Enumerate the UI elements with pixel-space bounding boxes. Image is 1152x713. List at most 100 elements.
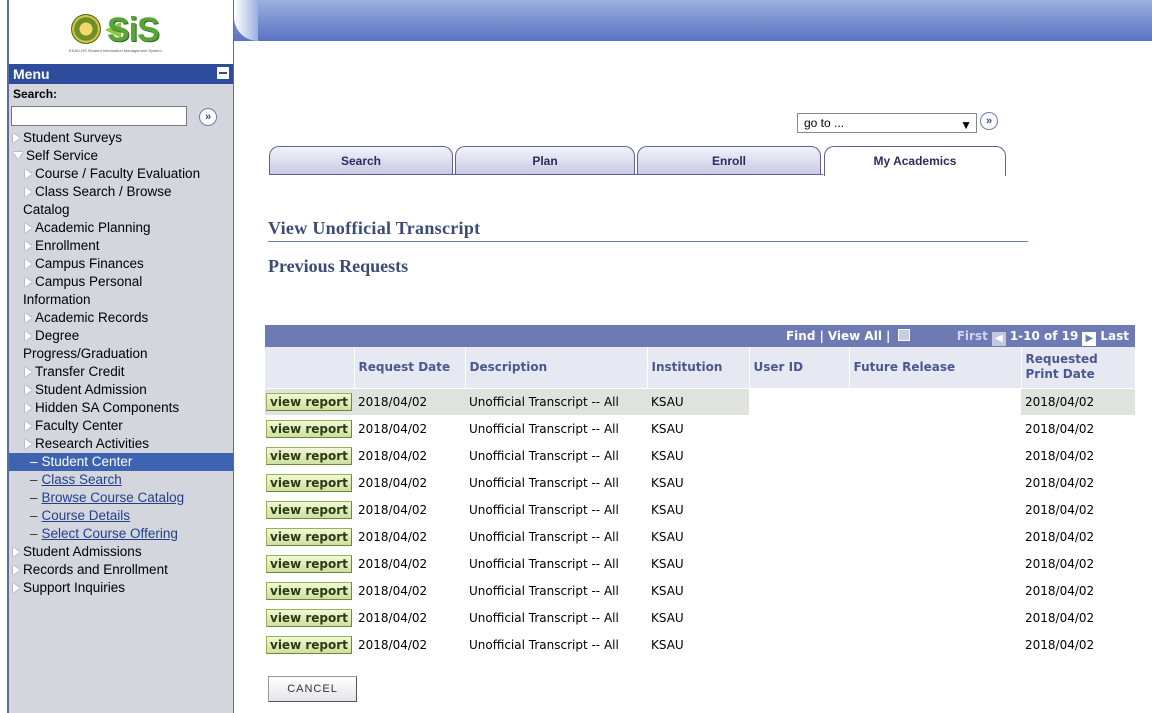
menu-item-label: Campus Personal xyxy=(35,274,143,289)
expand-icon xyxy=(25,241,32,251)
menu-item-transfer-credit[interactable]: Transfer Credit xyxy=(9,363,233,381)
tab-my-academics[interactable]: My Academics xyxy=(824,146,1006,176)
dash-icon: – xyxy=(30,526,38,541)
search-input[interactable] xyxy=(11,106,187,126)
table-row: view report 2018/04/02 Unofficial Transcri… xyxy=(265,550,1135,577)
menu-link-class-search[interactable]: – Class Search xyxy=(9,471,233,489)
tab-enroll[interactable]: Enroll xyxy=(637,146,821,174)
button-cell: view report xyxy=(265,604,354,631)
menu-item-campus-personal-information[interactable]: Campus Personal Information xyxy=(9,273,233,309)
collapse-icon[interactable] xyxy=(217,67,229,79)
print-date-cell: 2018/04/02 xyxy=(1025,502,1095,517)
description-cell: Unofficial Transcript -- All xyxy=(469,529,619,544)
view-report-button[interactable]: view report xyxy=(266,392,352,411)
column-header xyxy=(265,347,355,389)
button-cell: view report xyxy=(265,442,354,469)
column-header-request-date: Request Date xyxy=(354,347,466,389)
menu-item-student-admission[interactable]: Student Admission xyxy=(9,381,233,399)
first-link[interactable]: First xyxy=(957,329,988,343)
expand-icon xyxy=(25,169,32,179)
download-icon[interactable] xyxy=(898,329,911,341)
logo[interactable]: SiS KSAU-HS Student Information Manageme… xyxy=(9,0,233,64)
menu-item-course-faculty-evaluation[interactable]: Course / Faculty Evaluation xyxy=(9,165,233,183)
view-report-button[interactable]: view report xyxy=(266,527,352,546)
menu-item-student-surveys[interactable]: Student Surveys xyxy=(9,129,233,147)
menu-item-label-cont: Progress/Graduation xyxy=(23,346,148,361)
view-report-button[interactable]: view report xyxy=(266,446,352,465)
institution-cell: KSAU xyxy=(651,475,684,490)
menu-item-student-admissions[interactable]: Student Admissions xyxy=(9,543,233,561)
menu-item-label: Transfer Credit xyxy=(35,364,125,379)
view-all-link[interactable]: View All xyxy=(828,329,882,343)
find-link[interactable]: Find xyxy=(786,329,815,343)
button-cell: view report xyxy=(265,631,354,658)
request-date-cell: 2018/04/02 xyxy=(358,583,428,598)
print-date-cell: 2018/04/02 xyxy=(1025,556,1095,571)
menu-item-enrollment[interactable]: Enrollment xyxy=(9,237,233,255)
goto-go-button[interactable]: » xyxy=(980,112,998,130)
next-icon[interactable]: ▶ xyxy=(1082,332,1097,346)
tab-plan[interactable]: Plan xyxy=(455,146,635,174)
menu-item-faculty-center[interactable]: Faculty Center xyxy=(9,417,233,435)
row-range: 1-10 of 19 xyxy=(1009,329,1079,343)
menu-item-class-search-browse[interactable]: Class Search / Browse Catalog xyxy=(9,183,233,219)
user-id-cell xyxy=(749,442,849,469)
request-date-cell: 2018/04/02 xyxy=(358,610,428,625)
expand-icon xyxy=(25,403,32,413)
table-header-row: Request Date Description Institution Use… xyxy=(265,347,1136,389)
view-report-button[interactable]: view report xyxy=(266,554,352,573)
view-report-button[interactable]: view report xyxy=(266,473,352,492)
view-report-button[interactable]: view report xyxy=(266,500,352,519)
view-report-button[interactable]: view report xyxy=(266,608,352,627)
view-report-button[interactable]: view report xyxy=(266,419,352,438)
goto-select[interactable]: go to ... ▼ xyxy=(797,113,977,133)
description-cell: Unofficial Transcript -- All xyxy=(469,583,619,598)
future-release-cell xyxy=(849,469,1021,496)
menu-item-degree-progress[interactable]: Degree Progress/Graduation xyxy=(9,327,233,363)
logo-emblem-icon xyxy=(71,14,101,44)
view-report-button[interactable]: view report xyxy=(266,581,352,600)
request-date-cell: 2018/04/02 xyxy=(358,637,428,652)
description-cell: Unofficial Transcript -- All xyxy=(469,502,619,517)
tab-search[interactable]: Search xyxy=(269,146,453,174)
institution-cell: KSAU xyxy=(651,529,684,544)
menu-item-hidden-sa-components[interactable]: Hidden SA Components xyxy=(9,399,233,417)
table-row: view report 2018/04/02 Unofficial Transcri… xyxy=(265,577,1135,604)
chevron-down-icon: ▼ xyxy=(960,118,972,132)
menu-item-records-and-enrollment[interactable]: Records and Enrollment xyxy=(9,561,233,579)
menu-item-academic-records[interactable]: Academic Records xyxy=(9,309,233,327)
table-row: view report 2018/04/02 Unofficial Transcri… xyxy=(265,631,1135,658)
last-link[interactable]: Last xyxy=(1100,329,1129,343)
menu-item-label: Academic Records xyxy=(35,310,149,325)
menu-item-label: Degree xyxy=(35,328,80,343)
menu-item-academic-planning[interactable]: Academic Planning xyxy=(9,219,233,237)
dash-icon: – xyxy=(30,508,38,523)
cancel-button[interactable]: Cancel xyxy=(268,676,357,702)
menu-header: Menu xyxy=(9,64,233,84)
menu-item-label: Course Details xyxy=(41,508,131,523)
menu-title: Menu xyxy=(13,66,50,82)
institution-cell: KSAU xyxy=(651,583,684,598)
search-go-button[interactable]: » xyxy=(199,108,217,126)
menu-item-student-center[interactable]: – Student Center xyxy=(9,453,233,471)
previous-icon[interactable]: ◀ xyxy=(991,332,1006,346)
print-date-cell: 2018/04/02 xyxy=(1021,388,1135,415)
menu-link-course-details[interactable]: – Course Details xyxy=(9,507,233,525)
menu-item-label: Course / Faculty Evaluation xyxy=(35,166,201,181)
menu-item-campus-finances[interactable]: Campus Finances xyxy=(9,255,233,273)
request-date-cell: 2018/04/02 xyxy=(358,502,428,517)
expand-icon xyxy=(25,385,32,395)
institution-cell: KSAU xyxy=(651,610,684,625)
request-date-cell: 2018/04/02 xyxy=(354,388,465,415)
menu-item-support-inquiries[interactable]: Support Inquiries xyxy=(9,579,233,597)
view-report-button[interactable]: view report xyxy=(266,635,352,654)
menu-link-select-course-offering[interactable]: – Select Course Offering xyxy=(9,525,233,543)
description-cell: Unofficial Transcript -- All xyxy=(469,556,619,571)
menu-item-label: Records and Enrollment xyxy=(23,562,168,577)
user-id-cell xyxy=(749,577,849,604)
menu-link-browse-course-catalog[interactable]: – Browse Course Catalog xyxy=(9,489,233,507)
expand-icon xyxy=(25,277,32,287)
menu-item-research-activities[interactable]: Research Activities xyxy=(9,435,233,453)
table-row: view report 2018/04/02 Unofficial Transcri… xyxy=(265,604,1135,631)
menu-item-self-service[interactable]: Self Service xyxy=(9,147,233,165)
